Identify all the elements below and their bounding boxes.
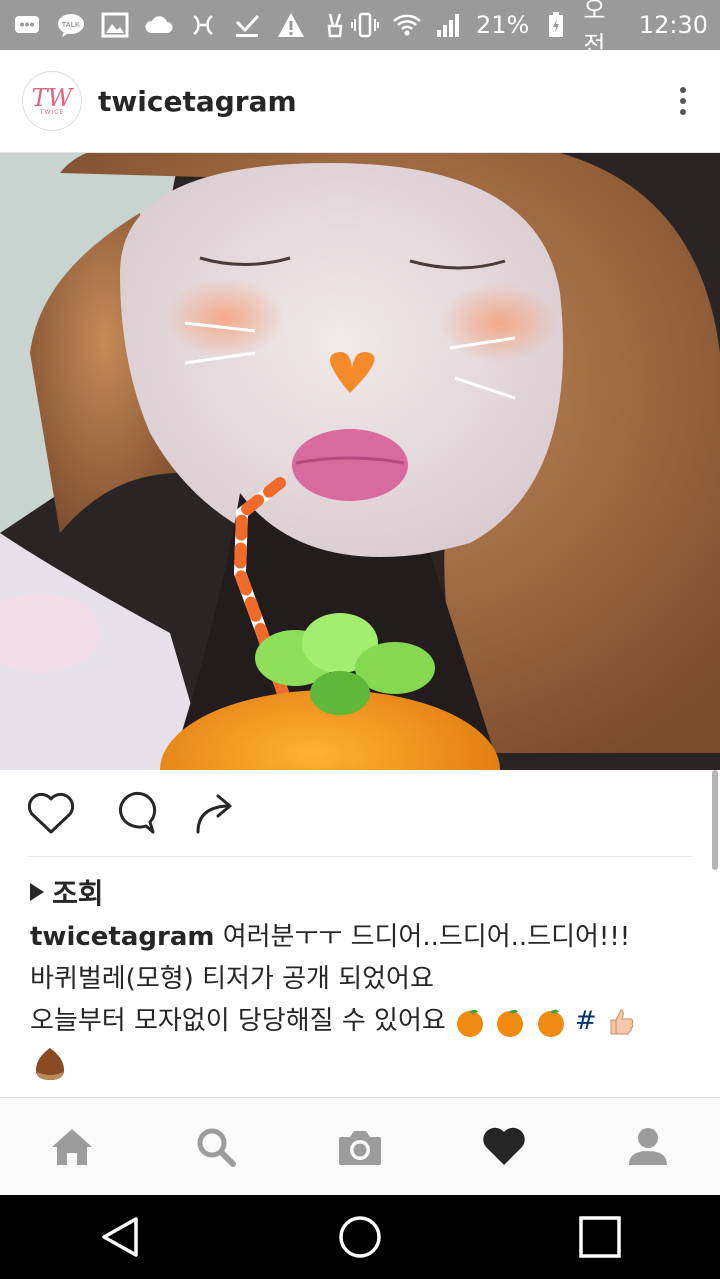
battery-icon <box>541 10 571 40</box>
actions-divider <box>28 856 692 857</box>
play-icon <box>30 883 44 901</box>
victory-icon <box>320 10 350 40</box>
notification-icons: TALK <box>12 10 350 40</box>
tab-activity[interactable] <box>468 1111 540 1183</box>
home-button[interactable] <box>330 1207 390 1267</box>
more-dot-icon <box>680 98 686 104</box>
heart-outline-icon <box>27 792 75 834</box>
share-arrow-icon <box>196 794 232 834</box>
like-button[interactable] <box>26 788 76 838</box>
post-username[interactable]: twicetagram <box>98 85 668 118</box>
caption-username[interactable]: twicetagram <box>30 922 214 952</box>
status-bar: TALK 21% 오전 12:30 <box>0 0 720 59</box>
wifi-icon <box>392 10 422 40</box>
scrollbar[interactable] <box>712 770 718 870</box>
tab-search[interactable] <box>180 1111 252 1183</box>
tab-profile[interactable] <box>612 1111 684 1183</box>
tangerine-icon <box>457 1009 484 1037</box>
caption-text-3: 오늘부터 모자없이 당당해질 수 있어요 <box>30 1006 446 1036</box>
home-icon <box>52 1128 92 1165</box>
cloud-icon <box>144 10 174 40</box>
tab-home[interactable] <box>36 1111 108 1183</box>
tab-camera[interactable] <box>324 1111 396 1183</box>
status-time: 12:30 <box>638 11 708 39</box>
twitter-icon <box>188 10 218 40</box>
thumbs-up-icon <box>610 1008 634 1035</box>
warning-icon <box>276 10 306 40</box>
search-icon <box>197 1128 236 1167</box>
chat-icon <box>12 10 42 40</box>
post-header: TW TWICE twicetagram <box>0 50 720 153</box>
views-label: 조회 <box>52 877 104 910</box>
recents-button[interactable] <box>570 1207 630 1267</box>
download-icon <box>232 10 262 40</box>
vibrate-icon <box>350 10 380 40</box>
caption-line-4 <box>30 1042 690 1084</box>
avatar-logo: TW <box>31 83 73 112</box>
views-count[interactable]: 조회 <box>30 872 104 912</box>
caption-line-2: 바퀴벌레(모형) 티저가 공개 되었어요 <box>30 964 434 994</box>
share-button[interactable] <box>190 788 240 838</box>
heart-icon <box>483 1127 525 1165</box>
bottom-tab-bar <box>0 1097 720 1195</box>
more-options-button[interactable] <box>668 81 698 121</box>
tangerine-icon <box>497 1009 524 1037</box>
camera-icon <box>339 1130 381 1165</box>
avatar-logo-sub: TWICE <box>39 108 65 116</box>
signal-icon <box>434 10 464 40</box>
back-icon <box>102 1217 138 1257</box>
comment-button[interactable] <box>108 788 158 838</box>
more-dot-icon <box>680 87 686 93</box>
image-icon <box>100 10 130 40</box>
battery-percent: 21% <box>476 11 530 39</box>
svg-text:TALK: TALK <box>62 22 80 29</box>
tangerine-icon <box>537 1009 564 1037</box>
back-button[interactable] <box>90 1207 150 1267</box>
chestnut-icon <box>36 1047 64 1080</box>
caption-line-3: 오늘부터 모자없이 당당해질 수 있어요 # <box>30 1000 690 1042</box>
avatar[interactable]: TW TWICE <box>22 71 82 131</box>
caption-text-1: 여러분ㅜㅜ 드디어..드디어..드디어!!! <box>222 922 631 952</box>
post-actions <box>0 770 720 856</box>
recents-icon <box>579 1216 621 1258</box>
comment-icon <box>119 791 157 834</box>
talk-icon: TALK <box>56 10 86 40</box>
post-caption: twicetagram 여러분ㅜㅜ 드디어..드디어..드디어!!! 바퀴벌레(… <box>30 916 690 1084</box>
post-photo[interactable] <box>0 153 720 770</box>
home-circle-icon <box>339 1216 381 1258</box>
post-photo-illustration <box>0 153 720 770</box>
hashtag-link[interactable]: # <box>575 1006 597 1036</box>
profile-icon <box>629 1127 667 1165</box>
more-dot-icon <box>680 109 686 115</box>
caption-line-1: twicetagram 여러분ㅜㅜ 드디어..드디어..드디어!!! <box>30 916 690 958</box>
system-nav-bar <box>0 1195 720 1279</box>
